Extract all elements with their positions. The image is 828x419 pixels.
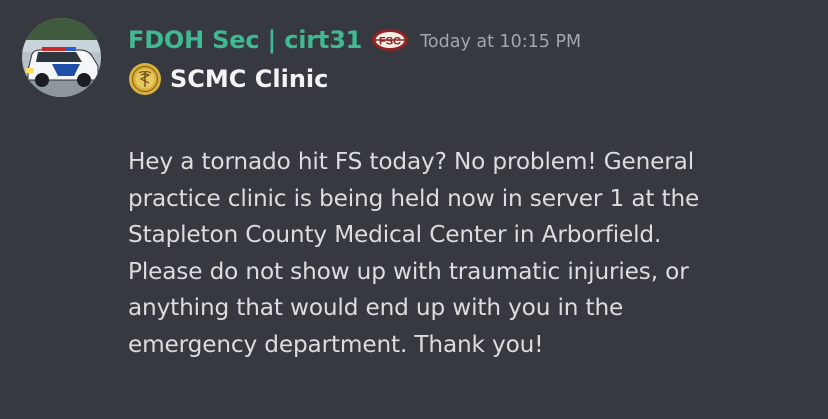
message-line: Hey a tornado hit FS today? No problem! … (128, 148, 695, 175)
message-line: Stapleton County Medical Center in Arbor… (128, 221, 662, 249)
message-subheader: SCMC Clinic (128, 62, 328, 96)
badge-text: FSC (379, 36, 401, 48)
message-header: FDOH Sec | cirt31 FSC Today at 10:15 PM (128, 22, 581, 58)
message-timestamp: Today at 10:15 PM (420, 32, 582, 52)
chat-message: FDOH Sec | cirt31 FSC Today at 10:15 PM … (0, 0, 828, 419)
clinic-title: SCMC Clinic (170, 65, 329, 93)
message-line: Please do not show up with traumatic inj… (128, 257, 689, 285)
fsc-logo-icon: FSC (370, 27, 410, 53)
user-avatar[interactable] (22, 18, 101, 97)
message-line: emergency department. Thank you! (128, 330, 544, 358)
medical-seal-icon (128, 62, 162, 96)
author-name[interactable]: FDOH Sec | cirt31 (128, 26, 362, 54)
message-line: practice clinic is being held now in ser… (128, 184, 700, 212)
message-line: anything that would end up with you in t… (128, 294, 624, 322)
message-content: Hey a tornado hit FS today? No problem! … (128, 144, 818, 364)
police-suv-image (22, 18, 101, 97)
